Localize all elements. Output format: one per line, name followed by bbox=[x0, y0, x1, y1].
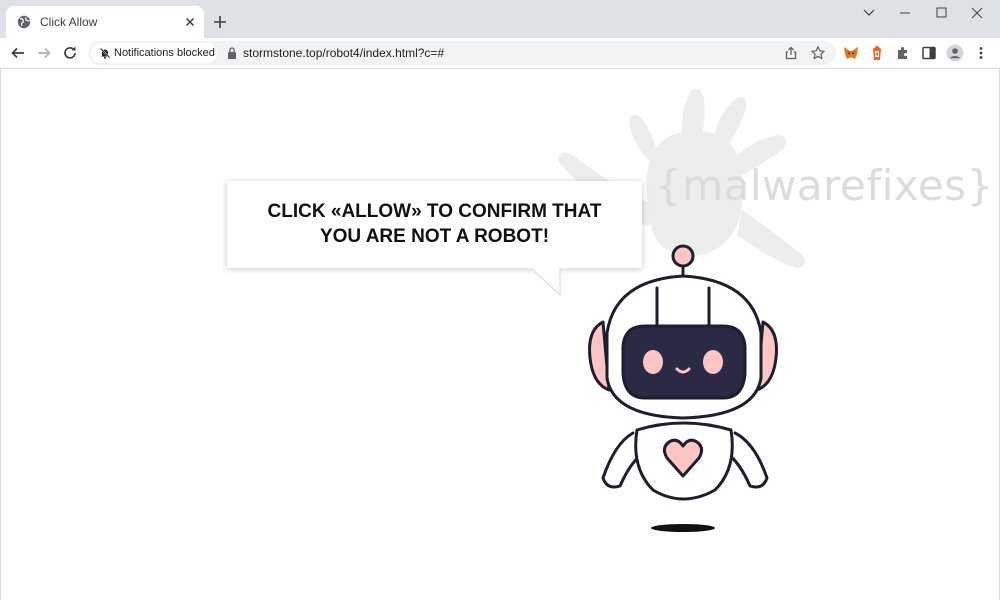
profile-icon[interactable] bbox=[946, 44, 964, 62]
more-vert-icon[interactable] bbox=[972, 44, 990, 62]
forward-arrow-icon[interactable] bbox=[35, 44, 53, 62]
speech-bubble-tail bbox=[528, 267, 568, 297]
window-close-icon[interactable] bbox=[954, 0, 1000, 26]
speech-bubble: CLICK «ALLOW» TO CONFIRM THAT YOU ARE NO… bbox=[227, 181, 642, 268]
tab-title: Click Allow bbox=[40, 15, 98, 29]
reload-icon[interactable] bbox=[61, 44, 79, 62]
browser-toolbar: Notifications blocked stormstone.top/rob… bbox=[0, 38, 1000, 69]
robot-illustration bbox=[588, 244, 778, 532]
close-icon[interactable] bbox=[182, 14, 198, 30]
bell-off-icon bbox=[99, 47, 111, 59]
lock-icon[interactable] bbox=[226, 46, 238, 60]
notification-chip-label: Notifications blocked bbox=[114, 47, 215, 59]
watermark-text: {malwarefixes} bbox=[655, 161, 994, 210]
web-page bbox=[0, 69, 1000, 600]
side-panel-icon[interactable] bbox=[920, 44, 938, 62]
browser-tab[interactable]: Click Allow bbox=[6, 6, 204, 38]
title-bar: Click Allow bbox=[0, 0, 1000, 38]
extension-orange-icon[interactable] bbox=[868, 44, 886, 62]
back-arrow-icon[interactable] bbox=[9, 44, 27, 62]
robot-message: CLICK «ALLOW» TO CONFIRM THAT YOU ARE NO… bbox=[267, 201, 602, 247]
notifications-blocked-chip[interactable]: Notifications blocked bbox=[91, 43, 217, 63]
address-bar[interactable]: Notifications blocked stormstone.top/rob… bbox=[88, 41, 836, 65]
url-text[interactable]: stormstone.top/robot4/index.html?c=# bbox=[243, 46, 444, 60]
puzzle-icon[interactable] bbox=[894, 44, 912, 62]
globe-icon bbox=[17, 15, 31, 29]
star-icon[interactable] bbox=[810, 45, 826, 61]
share-icon[interactable] bbox=[783, 45, 799, 61]
metamask-fox-icon[interactable] bbox=[842, 44, 860, 62]
plus-icon[interactable] bbox=[212, 14, 228, 30]
